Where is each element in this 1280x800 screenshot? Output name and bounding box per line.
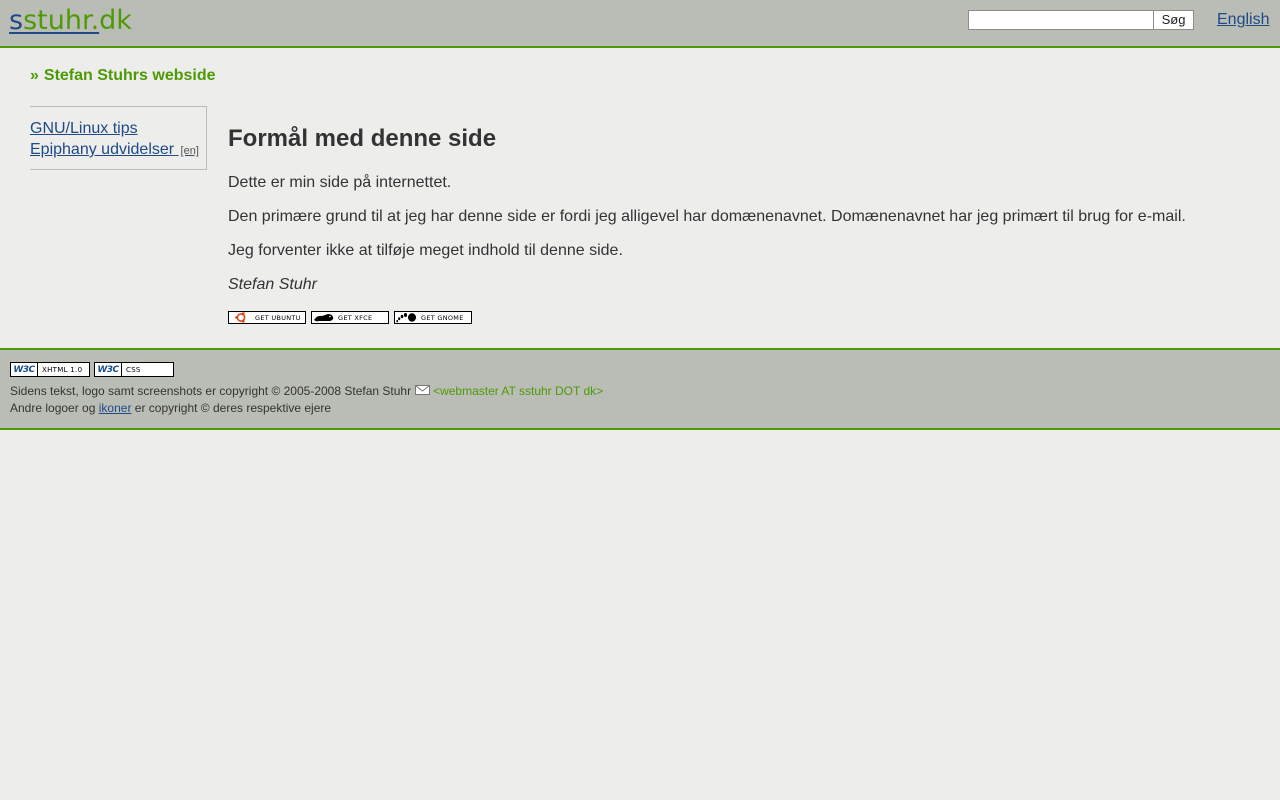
sidebar-item-epiphany-extensions[interactable]: Epiphany udvidelser [en] [30,139,206,162]
main-content: Formål med denne side Dette er min side … [228,124,1248,324]
sidebar-item-label: Epiphany udvidelser [30,141,175,158]
breadcrumb-current: Stefan Stuhrs webside [43,67,216,84]
ubuntu-icon [229,312,253,323]
w3c-logo-icon: W3C [11,363,38,376]
badge-label: GET UBUNTU [255,313,301,322]
paragraph-reason: Den primære grund til at jeg har denne s… [228,208,1186,225]
get-gnome-badge[interactable]: GET GNOME [394,311,472,324]
paragraph-intro: Dette er min side på internettet. [228,174,452,191]
sidebar-item-label: GNU/Linux tips [30,120,138,137]
envelope-icon [415,384,431,398]
search-button[interactable]: Søg [1153,10,1194,30]
site-footer: W3C XHTML 1.0 W3C CSS Sidens tekst, logo… [0,348,1280,430]
breadcrumb-separator: » [30,67,39,84]
badge-label: GET XFCE [338,313,373,322]
site-logo-link[interactable]: sstuhr.dk [9,5,132,37]
email-link[interactable]: <webmaster AT sstuhr DOT dk> [433,384,603,398]
get-xfce-badge[interactable]: GET XFCE [311,311,389,324]
paragraph-expectation: Jeg forventer ikke at tilføje meget indh… [228,242,623,259]
badge-label: CSS [126,365,141,374]
search-input[interactable] [968,10,1155,30]
badge-label: XHTML 1.0 [42,365,83,374]
sidebar-item-gnu-linux-tips[interactable]: GNU/Linux tips [30,118,206,139]
gnome-foot-icon [395,312,419,323]
logo-text-part2: stuhr. [23,5,100,36]
language-link-english[interactable]: English [1217,11,1269,29]
valid-css-badge[interactable]: W3C CSS [94,362,174,377]
footer-line2-suffix: er copyright © deres respektive ejere [134,401,332,415]
get-ubuntu-badge[interactable]: GET UBUNTU [228,311,306,324]
site-header: sstuhr.dk Søg English [0,0,1280,48]
sidebar-nav: GNU/Linux tips Epiphany udvidelser [en] [30,106,207,170]
badge-label: GET GNOME [421,313,464,322]
breadcrumb: » Stefan Stuhrs webside [30,67,216,85]
icons-link[interactable]: ikoner [99,401,132,415]
page-title: Formål med denne side [228,125,497,152]
footer-line2-prefix: Andre logoer og [10,401,96,415]
valid-xhtml-badge[interactable]: W3C XHTML 1.0 [10,362,90,377]
signature: Stefan Stuhr [228,276,317,293]
logo-text-part3: dk [99,5,132,36]
copyright-text: Sidens tekst, logo samt screenshots er c… [10,384,412,398]
footer-copyright: Sidens tekst, logo samt screenshots er c… [10,384,603,398]
footer-logo-copyright: Andre logoer og ikoner er copyright © de… [10,401,331,415]
validation-badges: W3C XHTML 1.0 W3C CSS [10,362,174,377]
software-badges: GET UBUNTU GET XFCE GET GNOME [228,311,472,324]
xfce-mouse-icon [312,312,336,323]
logo-text-part1: s [9,5,24,36]
language-tag: [en] [180,145,199,157]
w3c-logo-icon: W3C [95,363,122,376]
